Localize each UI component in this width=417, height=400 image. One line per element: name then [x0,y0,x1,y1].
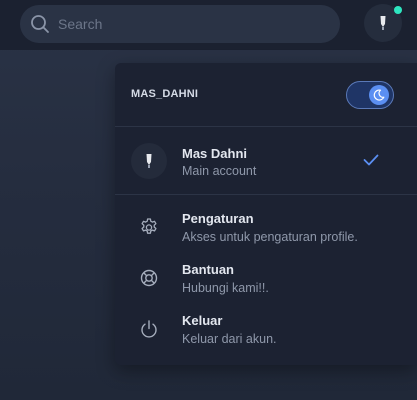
account-name: Mas Dahni [182,146,248,161]
search-icon [31,15,49,33]
menu-item-title: Keluar [182,313,223,328]
top-bar [0,0,417,50]
profile-dropdown-menu: MAS_DAHNI Mas Dahni Main account Pengatu… [115,63,417,365]
menu-item-pengaturan[interactable]: Pengaturan Akses untuk pengaturan profil… [115,203,417,253]
power-icon [139,319,159,339]
user-avatar-icon [380,16,386,30]
menu-item-title: Pengaturan [182,211,254,226]
lifebuoy-icon [139,268,159,288]
search-bar[interactable] [20,5,340,43]
online-status-dot [394,6,402,14]
menu-item-keluar[interactable]: Keluar Keluar dari akun. [115,305,417,355]
menu-username: MAS_DAHNI [131,88,199,100]
avatar [131,143,167,179]
gear-icon [139,217,159,237]
menu-header: MAS_DAHNI [115,63,417,127]
account-subtitle: Main account [182,164,257,178]
menu-item-title: Bantuan [182,262,234,277]
menu-item-subtitle: Keluar dari akun. [182,332,277,346]
user-avatar-icon [146,154,152,168]
menu-item-subtitle: Hubungi kami!!. [182,281,269,295]
moon-icon [373,89,385,101]
menu-item-bantuan[interactable]: Bantuan Hubungi kami!!. [115,254,417,304]
dark-mode-toggle[interactable] [346,81,394,109]
menu-item-subtitle: Akses untuk pengaturan profile. [182,230,358,244]
search-input[interactable] [58,16,308,32]
account-item-main[interactable]: Mas Dahni Main account [115,128,417,195]
check-icon [363,154,379,166]
toggle-knob [369,85,389,105]
